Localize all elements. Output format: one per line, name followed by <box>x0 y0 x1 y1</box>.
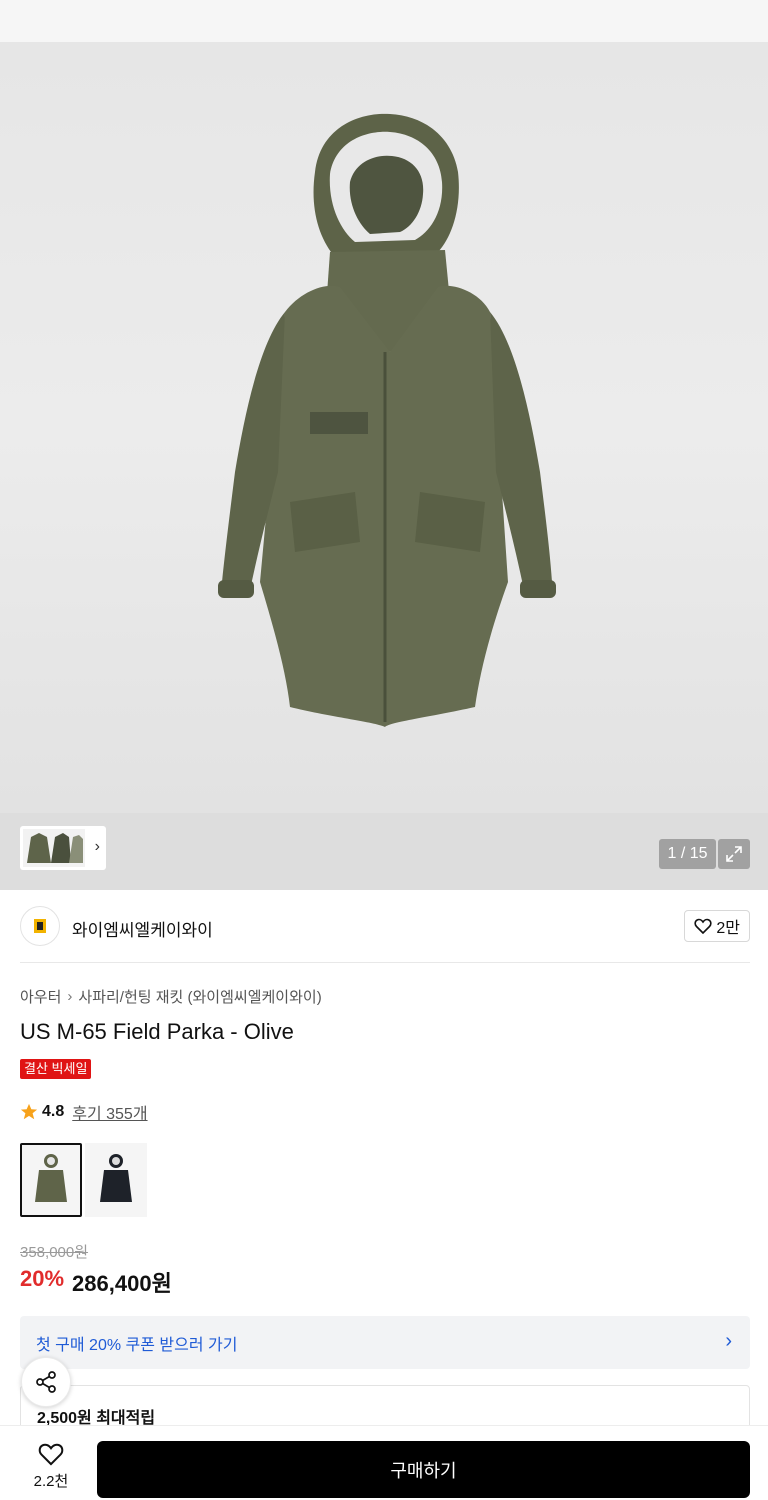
brand-logo[interactable] <box>20 906 60 946</box>
parka-thumbnails <box>23 829 85 867</box>
brand-like-count: 2만 <box>716 920 740 937</box>
product-image-gallery[interactable]: › 1 / 15 <box>0 42 768 890</box>
parka-olive-thumbnail <box>35 1154 67 1202</box>
brand-like-button[interactable]: 2만 <box>684 910 750 942</box>
heart-icon <box>38 1443 64 1466</box>
product-title: US M-65 Field Parka - Olive <box>20 1019 294 1044</box>
product-photo[interactable] <box>0 42 768 813</box>
divider <box>20 962 750 963</box>
chevron-right-icon: › <box>725 1330 732 1352</box>
wishlist-button[interactable]: 2.2천 <box>20 1442 82 1494</box>
buy-button[interactable]: 구매하기 <box>97 1441 750 1498</box>
variant-olive[interactable] <box>20 1143 82 1217</box>
brand-row[interactable]: 와이엠씨엘케이와이 2만 <box>20 906 750 948</box>
price-row: 20% 286,400원 <box>20 1266 172 1298</box>
coupon-text: 첫 구매 20% 쿠폰 받으러 가기 <box>36 1336 238 1354</box>
breadcrumb: 아우터 › 사파리/헌팅 재킷 (와이엠씨엘케이와이) <box>20 986 322 1007</box>
chevron-right-icon: › <box>67 988 73 1005</box>
chevron-right-icon: › <box>94 838 100 855</box>
expand-icon <box>726 846 742 862</box>
parka-black-thumbnail <box>100 1154 132 1202</box>
variant-black[interactable] <box>85 1143 147 1217</box>
breadcrumb-subcategory[interactable]: 사파리/헌팅 재킷 (와이엠씨엘케이와이) <box>78 986 321 1007</box>
parka-image <box>218 113 556 727</box>
top-strip <box>0 0 768 42</box>
breadcrumb-category[interactable]: 아우터 <box>20 986 61 1007</box>
share-button[interactable] <box>21 1357 71 1407</box>
rating-row: 4.8 후기 355개 <box>20 1100 148 1124</box>
coupon-banner[interactable]: 첫 구매 20% 쿠폰 받으러 가기 › <box>20 1316 750 1369</box>
brand-logo-icon <box>34 919 46 933</box>
gallery-thumbnails[interactable]: › <box>20 826 106 870</box>
image-counter: 1 / 15 <box>659 839 716 869</box>
sale-badge: 결산 빅세일 <box>20 1059 92 1079</box>
gallery-footer <box>0 813 768 890</box>
wishlist-count: 2.2천 <box>33 1473 69 1490</box>
heart-icon <box>694 918 712 934</box>
rating-score: 4.8 <box>42 1103 65 1120</box>
review-link[interactable]: 후기 355개 <box>72 1100 147 1124</box>
brand-name[interactable]: 와이엠씨엘케이와이 <box>72 916 213 941</box>
share-icon <box>36 1371 56 1393</box>
original-price: 358,000원 <box>20 1244 89 1261</box>
expand-button[interactable] <box>718 839 750 869</box>
final-price: 286,400원 <box>72 1271 172 1296</box>
discount-rate: 20% <box>20 1266 65 1291</box>
star-icon <box>20 1103 38 1120</box>
